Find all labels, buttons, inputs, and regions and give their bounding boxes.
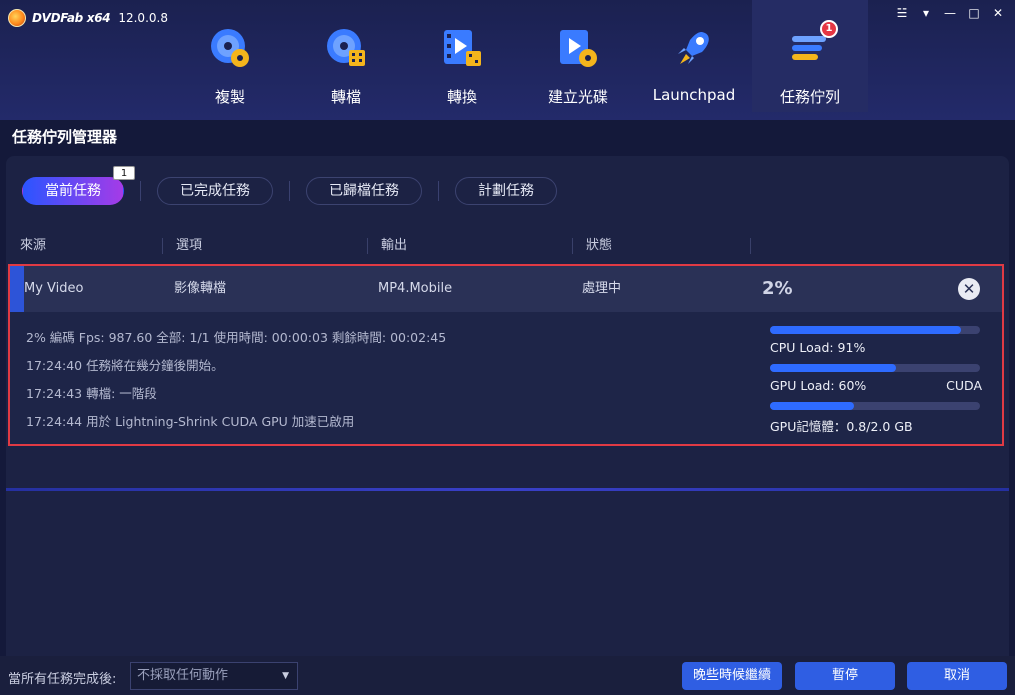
after-completion-select[interactable]: 不採取任何動作 ▼ xyxy=(130,662,298,690)
resource-meters: CPU Load: 91% GPU Load: 60% CUDA GPU記憶體：… xyxy=(770,322,982,436)
tab-archived-tasks[interactable]: 已歸檔任務 xyxy=(306,177,422,205)
task-queue-panel: 當前任務 1 已完成任務 已歸檔任務 計劃任務 來源 選項 輸出 狀態 My V… xyxy=(6,156,1009,656)
task-status: 處理中 xyxy=(582,281,622,296)
tab-label: 已歸檔任務 xyxy=(329,183,399,199)
tab-divider xyxy=(289,181,290,201)
log-line: 17:24:44 用於 Lightning-Shrink CUDA GPU 加速… xyxy=(26,414,355,429)
nav-label: 建立光碟 xyxy=(547,88,608,106)
panel-divider xyxy=(6,488,1009,491)
minimize-button[interactable]: — xyxy=(941,4,959,22)
gpu-accel-label: CUDA xyxy=(946,378,982,393)
cpu-load-meter: CPU Load: 91% xyxy=(770,322,982,360)
column-source: 來源 xyxy=(20,238,47,253)
close-icon: ✕ xyxy=(962,280,976,298)
task-log: 2% 編碼 Fps: 987.60 全部: 1/1 使用時間: 00:00:03… xyxy=(26,328,446,440)
window-controls: ☱ ▾ — □ ✕ xyxy=(893,4,1007,22)
gpu-memory-label: GPU記憶體：0.8/2.0 GB xyxy=(770,419,913,434)
tab-label: 當前任務 xyxy=(45,183,101,199)
task-source: My Video xyxy=(24,281,84,296)
cancel-button[interactable]: 取消 xyxy=(907,662,1007,690)
nav-item-task-queue[interactable]: 1 任務佇列 xyxy=(752,0,868,112)
gpu-load-label: GPU Load: 60% xyxy=(770,378,867,393)
column-progress xyxy=(750,232,1000,260)
nav-item-converter[interactable]: 轉換 xyxy=(404,0,520,112)
log-line: 2% 編碼 Fps: 987.60 全部: 1/1 使用時間: 00:00:03… xyxy=(26,330,447,345)
table-row[interactable]: My Video 影像轉檔 MP4.Mobile 處理中 2% ✕ xyxy=(10,266,1002,312)
continue-later-button[interactable]: 晚些時候繼續 xyxy=(682,662,782,690)
nav-label: 轉換 xyxy=(446,88,477,106)
task-count-badge: 1 xyxy=(820,20,838,38)
tab-current-tasks[interactable]: 當前任務 1 xyxy=(22,166,135,205)
skin-icon[interactable]: ☱ xyxy=(893,4,911,22)
creator-disc-icon xyxy=(560,30,597,67)
task-option: 影像轉檔 xyxy=(174,281,227,296)
meter-track xyxy=(770,364,980,372)
cpu-load-bar xyxy=(770,326,962,334)
nav-item-launchpad[interactable]: Launchpad xyxy=(636,0,752,112)
select-value: 不採取任何動作 xyxy=(137,668,229,683)
nav-label: 任務佇列 xyxy=(779,88,840,106)
tab-divider xyxy=(140,181,141,201)
log-line: 17:24:43 轉檔: 一階段 xyxy=(26,386,157,401)
column-option: 選項 xyxy=(162,232,367,260)
gpu-load-meter: GPU Load: 60% CUDA xyxy=(770,360,982,398)
nav-item-creator[interactable]: 建立光碟 xyxy=(520,0,636,112)
remove-task-button[interactable]: ✕ xyxy=(958,278,980,300)
rip-disc-icon xyxy=(327,29,365,66)
app-name: DVDFab x64 xyxy=(32,11,111,25)
column-status: 狀態 xyxy=(572,232,750,260)
task-output: MP4.Mobile xyxy=(378,281,453,296)
copy-disc-icon xyxy=(211,29,249,67)
app-version: 12.0.0.8 xyxy=(118,11,168,25)
gpu-load-bar xyxy=(770,364,896,372)
cpu-load-label: CPU Load: 91% xyxy=(770,340,866,355)
footer-bar: 當所有任務完成後: 不採取任何動作 ▼ 晚些時候繼續 暫停 取消 xyxy=(0,656,1015,695)
nav-label: 複製 xyxy=(214,88,245,106)
tab-label: 已完成任務 xyxy=(180,183,250,199)
log-line: 17:24:40 任務將在幾分鐘後開始。 xyxy=(26,358,224,373)
table-header: 來源 選項 輸出 狀態 xyxy=(6,232,1009,260)
task-tabs: 當前任務 1 已完成任務 已歸檔任務 計劃任務 xyxy=(22,166,557,206)
nav-label: 轉檔 xyxy=(330,88,361,106)
close-window-button[interactable]: ✕ xyxy=(989,4,1007,22)
top-bar: DVDFab x64 12.0.0.8 ☱ ▾ — □ ✕ 複製 轉檔 轉換 建… xyxy=(0,0,1015,146)
nav-item-copy[interactable]: 複製 xyxy=(172,0,288,112)
rocket-icon xyxy=(678,32,709,64)
pause-button[interactable]: 暫停 xyxy=(795,662,895,690)
after-completion-label: 當所有任務完成後: xyxy=(8,672,117,687)
page-title: 任務佇列管理器 xyxy=(12,128,118,146)
tab-divider xyxy=(438,181,439,201)
tab-count-badge: 1 xyxy=(113,166,135,180)
meter-track xyxy=(770,326,980,334)
tab-completed-tasks[interactable]: 已完成任務 xyxy=(157,177,273,205)
main-nav: 複製 轉檔 轉換 建立光碟 Launchpad 1 任務佇列 xyxy=(172,0,868,112)
maximize-button[interactable]: □ xyxy=(965,4,983,22)
task-queue-icon-wrap: 1 xyxy=(788,20,838,70)
task-progress-accent xyxy=(10,266,24,312)
meter-track xyxy=(770,402,980,410)
dvdfab-logo-icon xyxy=(8,9,26,27)
gpu-memory-bar xyxy=(770,402,854,410)
menu-dropdown-icon[interactable]: ▾ xyxy=(917,4,935,22)
app-logo: DVDFab x64 12.0.0.8 xyxy=(8,8,168,28)
task-progress-percent: 2% xyxy=(762,278,793,299)
tab-label: 計劃任務 xyxy=(478,183,534,199)
tab-scheduled-tasks[interactable]: 計劃任務 xyxy=(455,177,557,205)
chevron-down-icon: ▼ xyxy=(282,671,289,681)
gpu-memory-meter: GPU記憶體：0.8/2.0 GB xyxy=(770,398,982,436)
convert-film-icon xyxy=(444,30,481,66)
column-output: 輸出 xyxy=(367,232,572,260)
nav-label: Launchpad xyxy=(652,86,736,104)
nav-item-ripper[interactable]: 轉檔 xyxy=(288,0,404,112)
task-item[interactable]: My Video 影像轉檔 MP4.Mobile 處理中 2% ✕ 2% 編碼 … xyxy=(8,264,1004,446)
